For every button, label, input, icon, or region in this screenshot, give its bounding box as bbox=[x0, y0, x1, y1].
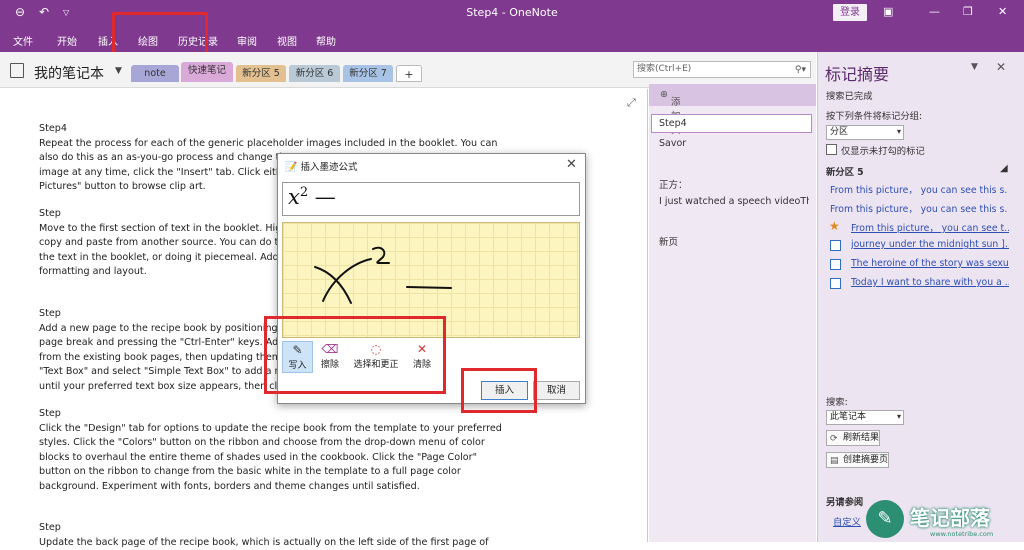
restore-icon[interactable]: ❐ bbox=[963, 5, 973, 18]
highlight-tools bbox=[264, 316, 446, 394]
paragraph-4: Step Click the "Design" tab for options … bbox=[39, 407, 509, 495]
tab-section-7[interactable]: 新分区 7 bbox=[343, 65, 393, 82]
menu-help[interactable]: 帮助 bbox=[316, 33, 336, 48]
todo-checkbox-icon[interactable] bbox=[830, 259, 841, 270]
watermark-text: 笔记部落 bbox=[910, 506, 990, 530]
tag-result[interactable]: Today I want to share with you a ... bbox=[851, 277, 1009, 288]
unchecked-only-label: 仅显示未打勾的标记 bbox=[841, 146, 925, 157]
equation-icon: 📝 bbox=[285, 162, 298, 173]
tab-note[interactable]: note bbox=[131, 65, 179, 82]
panel-title: 标记摘要 bbox=[825, 65, 890, 84]
search-input[interactable]: 搜索(Ctrl+E) ⚲▾ bbox=[633, 61, 811, 78]
page-item-step4[interactable]: Step4 bbox=[659, 118, 809, 129]
equation-preview-text: x2 — bbox=[288, 185, 336, 209]
text-line: Update the back page of the recipe book,… bbox=[39, 536, 489, 548]
chevron-down-icon[interactable]: ▼ bbox=[115, 66, 122, 76]
menu-review[interactable]: 审阅 bbox=[237, 33, 257, 48]
panel-options-icon[interactable]: ▼ bbox=[971, 62, 978, 72]
refresh-results-button[interactable]: ⟳ 刷新结果 bbox=[826, 430, 881, 446]
watermark-url: www.notetribe.com bbox=[930, 530, 994, 538]
page-item-savor[interactable]: Savor bbox=[659, 138, 809, 149]
close-icon[interactable]: ✕ bbox=[998, 5, 1007, 18]
todo-checkbox-icon[interactable] bbox=[830, 278, 841, 289]
menu-home[interactable]: 开始 bbox=[57, 33, 77, 48]
cancel-button[interactable]: 取消 bbox=[533, 381, 580, 400]
step-heading: Step bbox=[39, 522, 61, 533]
page-list bbox=[649, 84, 816, 542]
chevron-down-icon: ▾ bbox=[896, 127, 901, 136]
dialog-close-icon[interactable]: ✕ bbox=[566, 157, 577, 172]
group-by-select[interactable]: 分区 ▾ bbox=[826, 125, 904, 140]
refresh-icon: ⟳ bbox=[830, 434, 838, 444]
text-line: background. Experiment with fonts, borde… bbox=[39, 480, 420, 492]
highlight-insert bbox=[461, 368, 537, 413]
page-item-zhengfang[interactable]: 正方： bbox=[659, 177, 809, 191]
login-button[interactable]: 登录 bbox=[833, 4, 867, 21]
unchecked-only-checkbox[interactable] bbox=[826, 144, 837, 155]
todo-checkbox-icon[interactable] bbox=[830, 240, 841, 251]
tag-result[interactable]: journey under the midnight sun ]... bbox=[851, 239, 1009, 250]
tag-result[interactable]: From this picture， you can see this s... bbox=[830, 182, 1008, 196]
expand-icon[interactable]: ⤢ bbox=[627, 96, 636, 110]
minimize-icon[interactable]: — bbox=[929, 5, 940, 18]
page-item-new[interactable]: 新页 bbox=[659, 234, 809, 248]
notebook-name[interactable]: 我的笔记本 bbox=[34, 63, 104, 83]
tag-result[interactable]: From this picture， you can see this s... bbox=[830, 201, 1008, 215]
tag-result[interactable]: The heroine of the story was sexu... bbox=[851, 258, 1009, 269]
notebook-icon bbox=[10, 63, 24, 78]
chevron-down-icon: ▾ bbox=[896, 412, 901, 421]
add-page-label: ⊕ 添加页 bbox=[660, 89, 681, 136]
tab-section-6[interactable]: 新分区 6 bbox=[289, 65, 340, 82]
text-line: styles. Click the "Colors" button on the… bbox=[39, 437, 485, 449]
star-icon: ★ bbox=[829, 219, 840, 233]
group-by-label: 按下列条件将标记分组: bbox=[826, 111, 923, 122]
create-summary-page-button[interactable]: ▤ 创建摘要页 bbox=[826, 452, 890, 468]
search-icon[interactable]: ⚲▾ bbox=[795, 63, 806, 78]
search-placeholder: 搜索(Ctrl+E) bbox=[637, 64, 692, 74]
step-heading: Step4 bbox=[39, 123, 67, 134]
ribbon-display-icon[interactable]: ▣ bbox=[883, 5, 893, 18]
text-line: Repeat the process for each of the gener… bbox=[39, 137, 498, 149]
search-status: 搜索已完成 bbox=[826, 91, 873, 102]
dialog-title: 📝 插入墨迹公式 bbox=[285, 162, 358, 173]
menu-view[interactable]: 视图 bbox=[277, 33, 297, 48]
tab-quick-notes[interactable]: 快速笔记 bbox=[181, 62, 233, 82]
step-heading: Step bbox=[39, 408, 61, 419]
tag-result[interactable]: From this picture， you can see t... bbox=[851, 220, 1009, 234]
text-line: blocks to overhaul the entire theme of s… bbox=[39, 451, 478, 463]
panel-close-icon[interactable]: ✕ bbox=[996, 60, 1006, 74]
search-scope-select[interactable]: 此笔记本 ▾ bbox=[826, 410, 904, 425]
page-icon: ▤ bbox=[830, 456, 839, 466]
menu-file[interactable]: 文件 bbox=[13, 33, 33, 48]
collapse-icon[interactable]: ◢ bbox=[1000, 163, 1008, 174]
search-scope-label: 搜索: bbox=[826, 397, 848, 408]
text-line: Click the "Design" tab for options to up… bbox=[39, 422, 502, 434]
paragraph-5: Step Update the back page of the recipe … bbox=[39, 521, 509, 550]
section-header: 新分区 5 bbox=[826, 167, 864, 178]
page-item-speech[interactable]: I just watched a speech videoTh bbox=[659, 196, 809, 207]
tab-section-5[interactable]: 新分区 5 bbox=[236, 65, 286, 82]
text-line: button on the ribbon to change from the … bbox=[39, 466, 461, 478]
add-section-button[interactable]: + bbox=[396, 65, 422, 82]
watermark-logo-icon: ✎ bbox=[866, 500, 904, 538]
see-also-label: 另请参阅 bbox=[826, 497, 864, 508]
add-page-button[interactable]: ⊕ 添加页 bbox=[649, 84, 816, 136]
